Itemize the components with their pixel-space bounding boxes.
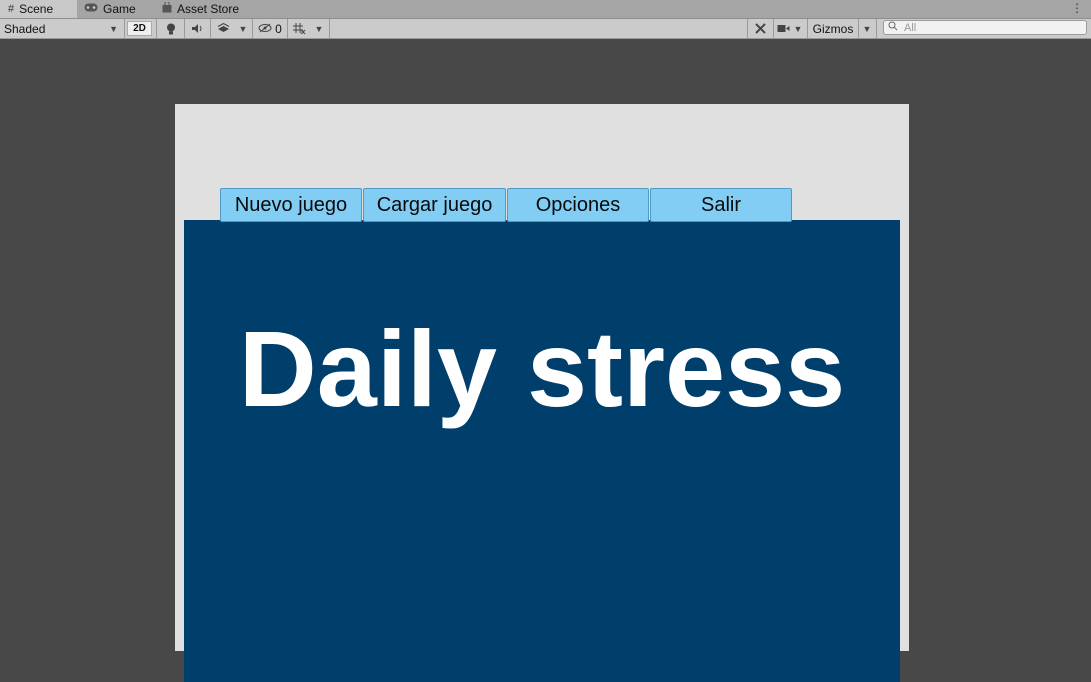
- toggle-2d-button[interactable]: 2D: [127, 21, 152, 36]
- toolbar-divider: [747, 19, 748, 38]
- effects-toggle-icon[interactable]: [212, 19, 234, 38]
- scene-viewport[interactable]: Nuevo juego Cargar juego Opciones Salir …: [0, 39, 1091, 682]
- more-options-icon[interactable]: ⋮: [1071, 1, 1083, 15]
- chevron-down-icon: ▼: [109, 23, 118, 34]
- toolbar-divider: [329, 19, 330, 38]
- draw-mode-label: Shaded: [4, 21, 46, 36]
- grid-snap-icon[interactable]: [289, 19, 309, 38]
- search-icon: [888, 21, 898, 34]
- toolbar-divider: [124, 19, 125, 38]
- hidden-count: 0: [275, 21, 282, 36]
- lighting-toggle-icon[interactable]: [160, 19, 182, 38]
- camera-icon[interactable]: [775, 19, 791, 38]
- tools-icon[interactable]: [749, 19, 771, 38]
- effects-dropdown-icon[interactable]: ▼: [236, 19, 250, 38]
- toolbar-divider: [184, 19, 185, 38]
- editor-tab-bar: # Scene Game Asset Store ⋮: [0, 0, 1091, 19]
- toolbar-divider: [773, 19, 774, 38]
- scene-toolbar: Shaded ▼ 2D ▼ 0 ▼ ▼ Gizmos ▼ All: [0, 19, 1091, 39]
- gizmos-dropdown-icon[interactable]: ▼: [860, 19, 874, 38]
- tab-scene[interactable]: # Scene: [0, 0, 77, 18]
- hierarchy-search-field[interactable]: All: [883, 20, 1087, 35]
- scene-visibility-toggle[interactable]: 0: [255, 19, 285, 38]
- draw-mode-dropdown[interactable]: Shaded ▼: [0, 19, 122, 38]
- options-button[interactable]: Opciones: [507, 188, 649, 222]
- gizmos-button[interactable]: Gizmos: [809, 19, 857, 38]
- tab-scene-label: Scene: [19, 2, 54, 16]
- tab-game[interactable]: Game: [84, 0, 156, 18]
- toolbar-divider: [858, 19, 859, 38]
- grid-dropdown-icon[interactable]: ▼: [311, 19, 327, 38]
- gamepad-icon: [84, 3, 98, 15]
- tab-asset-store-label: Asset Store: [177, 2, 240, 16]
- toolbar-divider: [156, 19, 157, 38]
- exit-button[interactable]: Salir: [650, 188, 792, 222]
- toolbar-divider: [876, 19, 877, 38]
- bag-icon: [162, 1, 172, 16]
- eye-slash-icon: [258, 22, 272, 36]
- main-menu-panel: [184, 220, 900, 682]
- tab-game-label: Game: [103, 2, 136, 16]
- load-game-button[interactable]: Cargar juego: [363, 188, 506, 222]
- camera-dropdown-icon[interactable]: ▼: [791, 19, 805, 38]
- search-placeholder: All: [904, 21, 917, 34]
- tab-asset-store[interactable]: Asset Store: [162, 0, 257, 18]
- game-title: Daily stress: [238, 308, 846, 429]
- audio-toggle-icon[interactable]: [186, 19, 208, 38]
- new-game-button[interactable]: Nuevo juego: [220, 188, 362, 222]
- toolbar-divider: [252, 19, 253, 38]
- toolbar-divider: [287, 19, 288, 38]
- toolbar-divider: [210, 19, 211, 38]
- toolbar-divider: [807, 19, 808, 38]
- grid-icon: #: [8, 3, 15, 15]
